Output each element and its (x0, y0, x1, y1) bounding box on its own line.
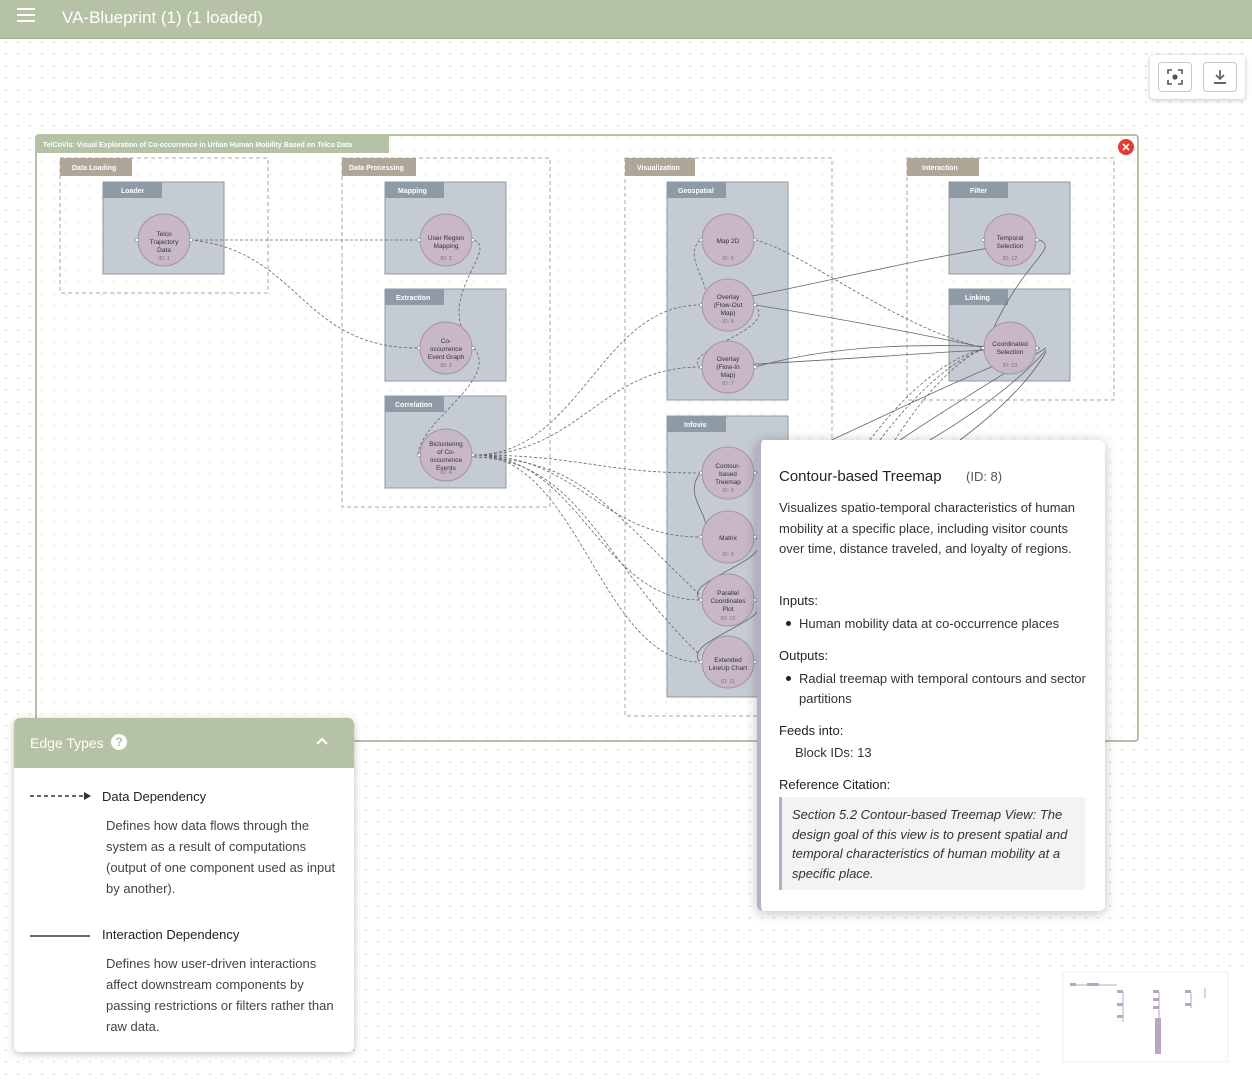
node-id: ID: 5 (722, 256, 734, 262)
input-item: Human mobility data at co-occurrence pla… (786, 614, 1099, 634)
svg-text:TemporalSelection: Temporal Selection (997, 235, 1024, 250)
tooltip-description: Visualizes spatio-temporal characteristi… (779, 500, 1076, 556)
node-label-line: Data (157, 247, 171, 254)
output-item: Radial treemap with temporal contours an… (786, 669, 1099, 708)
node-label-line: User Region (428, 235, 465, 242)
node-label-line: of Co- (437, 449, 455, 456)
stage-label: Interaction (922, 165, 958, 172)
legend-item-name: Interaction Dependency (102, 927, 240, 942)
app-title: VA-Blueprint (1) (1 loaded) (62, 8, 263, 27)
svg-text:ExtendedLineUp Chart: Extended LineUp Chart (709, 657, 747, 672)
tooltip-id: (ID: 8) (966, 469, 1003, 484)
edge-types-title: Edge Types (30, 735, 104, 751)
node-label-line: Trajectory (150, 239, 179, 246)
download-icon (1214, 70, 1226, 84)
minimap[interactable] (1045, 968, 1252, 1078)
svg-text:CoordinatedSelection: Coordinated Selection (992, 341, 1028, 356)
node-id: ID: 13 (1003, 363, 1018, 369)
node-label-line: Selection (997, 349, 1024, 356)
node-label-line: Map) (721, 372, 736, 379)
node-label-line: occurrence (430, 346, 463, 353)
minimap-canvas (1062, 971, 1229, 1063)
node-label-line: Telco (156, 231, 172, 238)
menu-icon[interactable] (17, 8, 35, 24)
fit-view-icon (1167, 69, 1183, 85)
solid-line-icon (30, 935, 90, 937)
feeds-label: Feeds into: (779, 723, 844, 738)
node-label-line: Overlay (717, 294, 740, 301)
node-label-line: Biclustering (429, 441, 463, 448)
node-id: ID: 3 (440, 363, 452, 369)
node-label-line: Contour- (715, 463, 740, 470)
node-id: ID: 1 (158, 256, 170, 262)
node-label-line: Map 2D (717, 238, 740, 245)
stage-label: Data Loading (72, 165, 116, 172)
node-label-line: Co- (441, 338, 451, 345)
close-blueprint-button[interactable] (1118, 139, 1134, 155)
canvas-toolbar (1150, 55, 1245, 99)
group-label: Filter (970, 188, 987, 195)
node-id: ID: 6 (722, 319, 734, 325)
node-label-line: based (719, 471, 737, 478)
node-label-line: Parallel (717, 590, 739, 597)
dashed-line-icon (30, 792, 91, 800)
node-id: ID: 12 (1003, 256, 1018, 262)
stage-label: Data Processing (349, 165, 404, 172)
legend-item-description: Defines how data flows through the syste… (106, 818, 336, 896)
node-label-line: Event Graph (428, 354, 465, 361)
node-label-line: Coordinates (710, 598, 746, 605)
tooltip-title: Contour-based Treemap (779, 468, 942, 485)
node-id: ID: 4 (440, 470, 452, 476)
node-id: ID: 2 (440, 256, 452, 262)
node-label-line: LineUp Chart (709, 665, 747, 672)
node-label-line: (Flow-In (716, 364, 740, 371)
node-label-line: Temporal (997, 235, 1024, 242)
node-id: ID: 8 (722, 488, 734, 494)
legend-item-name: Data Dependency (102, 789, 207, 804)
citation-quote: Section 5.2 Contour-based Treemap View: … (779, 797, 1085, 890)
node-label-line: Map) (721, 310, 736, 317)
node-label-line: Treemap (715, 479, 741, 486)
group-label: Extraction (396, 295, 430, 302)
node-label-line: Coordinated (992, 341, 1028, 348)
app-header: VA-Blueprint (1) (1 loaded) (0, 0, 1252, 39)
node-label-line: Selection (997, 243, 1024, 250)
node-id: ID: 7 (722, 381, 734, 387)
chevron-up-icon[interactable] (315, 735, 329, 749)
group-label: Geospatial (678, 188, 714, 195)
node-label-line: Matrix (719, 535, 737, 542)
inputs-label: Inputs: (779, 593, 819, 608)
node-id: ID: 9 (722, 552, 734, 558)
node-label-line: Mapping (434, 243, 459, 250)
node-label-line: occurrence (430, 457, 463, 464)
feeds-value: Block IDs: 13 (795, 745, 872, 760)
node-detail-tooltip: Contour-based Treemap (ID: 8) Visualizes… (757, 440, 1105, 911)
help-icon[interactable]: ? (111, 734, 127, 750)
download-button[interactable] (1203, 62, 1237, 92)
edge-types-panel: Edge Types ? Data Dependency Defines how… (14, 718, 354, 1052)
node-label-line: (Flow-Out (714, 302, 743, 309)
group-label: Loader (121, 188, 145, 195)
group-label: Mapping (398, 188, 427, 195)
legend-item-description: Defines how user-driven interactions aff… (106, 956, 334, 1034)
node-id: ID: 11 (721, 679, 735, 685)
node-id: ID: 10 (721, 616, 736, 622)
group-label: Correlation (395, 402, 432, 409)
outputs-label: Outputs: (779, 648, 829, 663)
stage-label: Visualization (637, 165, 680, 172)
fit-view-button[interactable] (1158, 62, 1192, 92)
blueprint-title: TelCoVis: Visual Exploration of Co-occur… (43, 142, 352, 149)
node-label-line: Extended (714, 657, 742, 664)
group-label: Linking (965, 295, 990, 302)
edge-types-header[interactable]: Edge Types ? (14, 718, 354, 768)
node-label-line: Overlay (717, 356, 740, 363)
citation-label: Reference Citation: (779, 777, 891, 792)
group-label: Infovis (684, 422, 707, 429)
node-label-line: Plot (722, 606, 733, 613)
